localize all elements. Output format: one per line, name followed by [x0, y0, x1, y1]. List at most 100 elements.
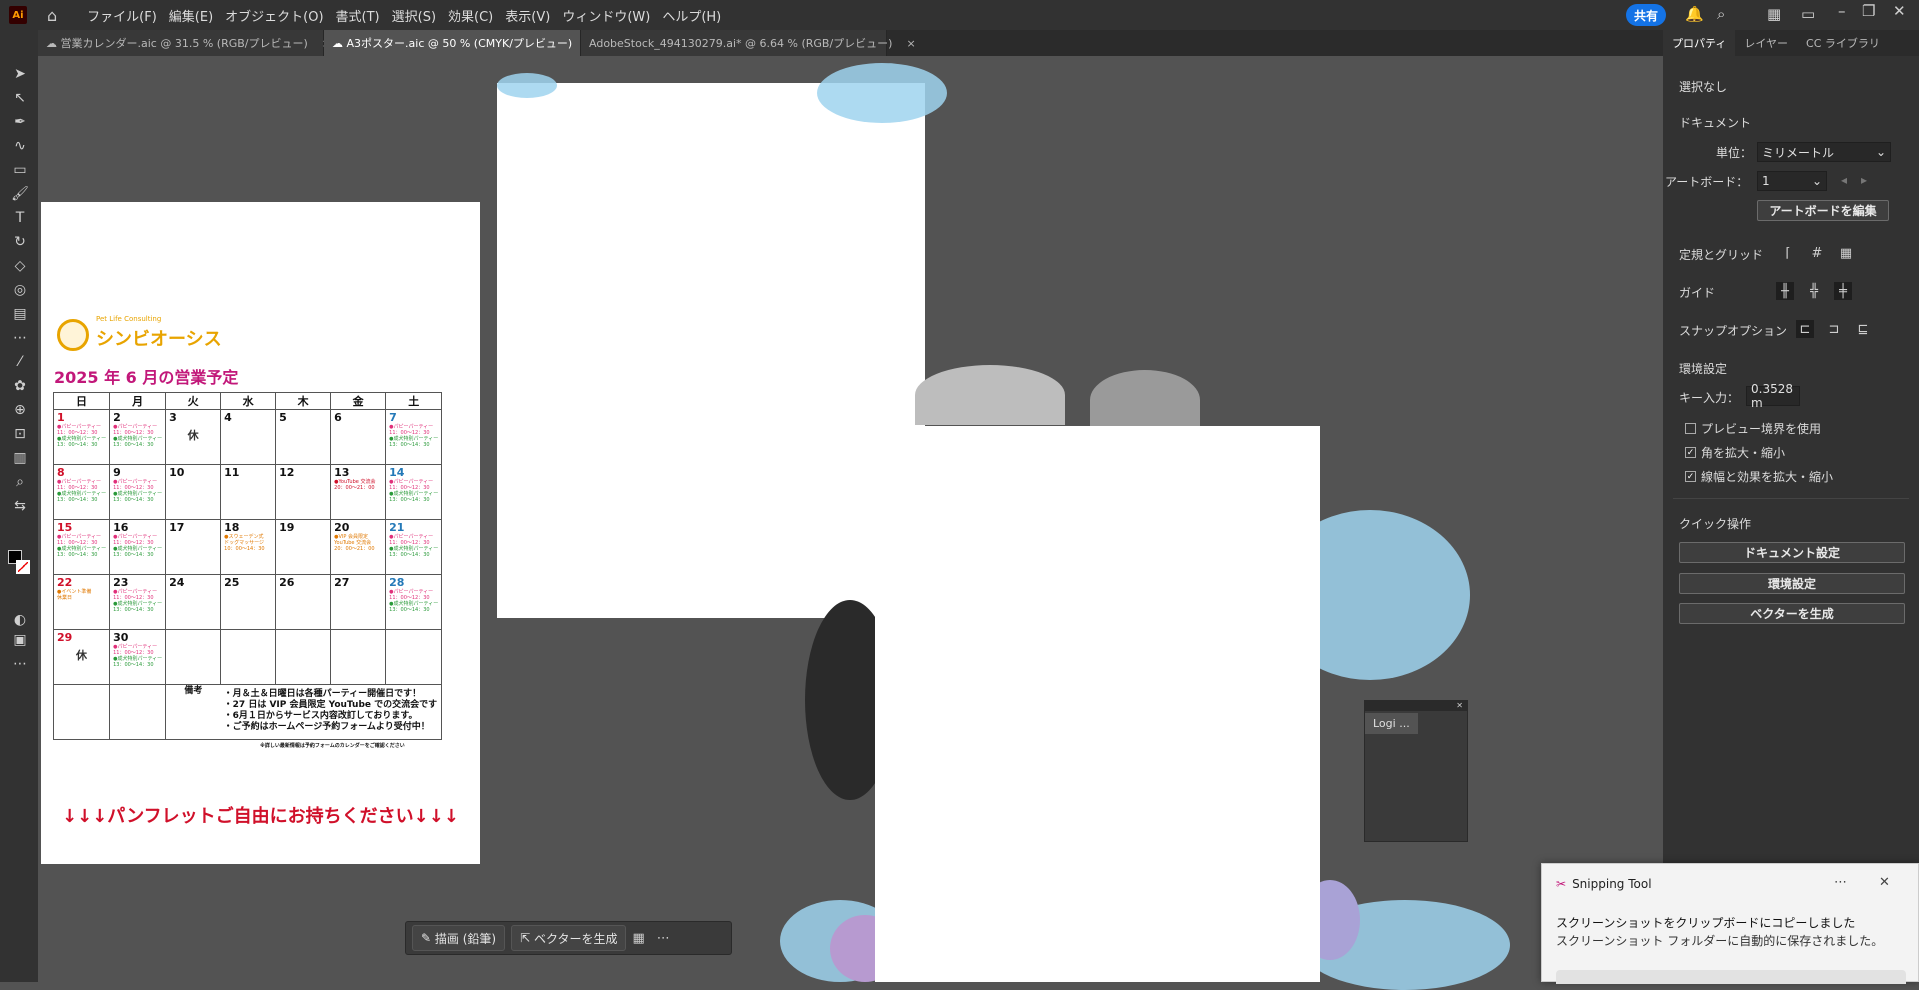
chevron-down-icon: ⌄ [1875, 145, 1886, 159]
menu-file[interactable]: ファイル(F) [81, 6, 163, 25]
cloud-icon: ☁ [332, 36, 347, 50]
type-tool-icon[interactable]: T [10, 208, 30, 228]
tab-properties[interactable]: プロパティ [1663, 30, 1736, 56]
swap-colors-icon[interactable]: ⇆ [10, 496, 30, 516]
menu-object[interactable]: オブジェクト(O) [219, 6, 329, 25]
share-button[interactable]: 共有 [1626, 4, 1666, 26]
closed-label: 休 [76, 649, 88, 662]
symbol-tool-icon[interactable]: ✿ [10, 376, 30, 396]
arrange-icon[interactable]: ▭ [1801, 5, 1815, 23]
menu-help[interactable]: ヘルプ(H) [656, 6, 727, 25]
snipping-tool-notification[interactable]: ✂ Snipping Tool ⋯ ✕ スクリーンショットをクリップボードにコピー… [1541, 863, 1919, 984]
artboard-select[interactable]: 1 ⌄ [1757, 171, 1827, 191]
home-icon[interactable]: ⌂ [47, 6, 57, 25]
pen-tool-icon[interactable]: ✒ [10, 112, 30, 132]
notes-row: 備考 ・月＆土＆日曜日は各種パーティー開催日です！ ・27 日は VIP 会員限… [52, 684, 443, 740]
calendar-cell: 26 [275, 574, 332, 630]
calendar-cell: 27 [330, 574, 387, 630]
gray-ink-splash [915, 365, 1065, 425]
menu-window[interactable]: ウィンドウ(W) [556, 6, 656, 25]
snap-point-icon[interactable]: ⊏ [1796, 320, 1814, 338]
menu-select[interactable]: 選択(S) [386, 6, 442, 25]
poster-artboard[interactable] [497, 63, 947, 618]
document-tabs: ☁ 営業カレンダー.aic @ 31.5 % (RGB/プレビュー)× ☁ A3… [38, 30, 1663, 56]
tab-close-icon[interactable]: × [906, 37, 915, 50]
properties-icon[interactable]: ▦ [632, 931, 644, 946]
menu-effect[interactable]: 効果(C) [442, 6, 499, 25]
tab-calendar[interactable]: ☁ 営業カレンダー.aic @ 31.5 % (RGB/プレビュー)× [38, 30, 331, 56]
note-line: ・6月１日からサービス内容改訂しております。 [223, 711, 418, 721]
close-window-icon[interactable]: ✕ [1893, 2, 1906, 20]
selection-tool-icon[interactable]: ➤ [10, 64, 30, 84]
document-setup-button[interactable]: ドキュメント設定 [1679, 542, 1905, 563]
close-icon[interactable]: ✕ [1879, 875, 1890, 890]
scale-corners-checkbox[interactable]: ✓ 角を拡大・縮小 [1685, 444, 1785, 461]
guides-show-icon[interactable]: ╫ [1776, 282, 1794, 300]
menu-view[interactable]: 表示(V) [499, 6, 556, 25]
more-options-icon[interactable]: ⋯ [657, 931, 670, 946]
edit-artboard-button[interactable]: アートボードを編集 [1757, 200, 1889, 221]
stroke-color-swatch[interactable] [16, 560, 30, 574]
rectangle-tool-icon[interactable]: ▭ [10, 160, 30, 180]
restore-icon[interactable]: ❐ [1862, 2, 1875, 20]
blend-tool-icon[interactable]: ⋯ [10, 328, 30, 348]
gradient-tool-icon[interactable]: ▤ [10, 304, 30, 324]
screen-mode-icon[interactable]: ▣ [10, 630, 30, 650]
more-tools-icon[interactable]: ⋯ [10, 654, 30, 674]
calendar-artboard[interactable]: Pet Life Consulting シンビオーシス 2025 年 6 月の営… [41, 202, 480, 864]
snap-pixel-icon[interactable]: ⊑ [1854, 320, 1872, 338]
panel-close-icon[interactable]: ✕ [1365, 701, 1467, 711]
drawing-mode-icon[interactable]: ◐ [10, 610, 30, 630]
scale-strokes-checkbox[interactable]: ✓ 線幅と効果を拡大・縮小 [1685, 468, 1833, 485]
menu-edit[interactable]: 編集(E) [163, 6, 219, 25]
grid-icon[interactable]: # [1808, 244, 1826, 262]
calendar-cell: 11 [220, 464, 277, 520]
artboard-tool-icon[interactable]: ⊡ [10, 424, 30, 444]
chevron-down-icon: ⌄ [1811, 174, 1822, 188]
graph-tool-icon[interactable]: ▥ [10, 448, 30, 468]
rotate-tool-icon[interactable]: ↻ [10, 232, 30, 252]
direct-selection-icon[interactable]: ↖ [10, 88, 30, 108]
preferences-button[interactable]: 環境設定 [1679, 573, 1905, 594]
workspace-icon[interactable]: ▦ [1767, 5, 1781, 23]
tab-layers[interactable]: レイヤー [1735, 30, 1797, 56]
snap-grid-icon[interactable]: ⊐ [1825, 320, 1843, 338]
tab-poster[interactable]: ☁ A3ポスター.aic @ 50 % (CMYK/プレビュー)× [324, 30, 595, 56]
shape-builder-icon[interactable]: ⊕ [10, 400, 30, 420]
generate-vector-button[interactable]: ⇱ ベクターを生成 [511, 925, 627, 951]
panel-tab[interactable]: Logi ... [1365, 713, 1418, 734]
smart-guides-icon[interactable]: ╪ [1834, 282, 1852, 300]
bell-icon[interactable]: 🔔 [1685, 5, 1704, 23]
watercolor-splash [497, 73, 557, 98]
floating-panel[interactable]: ✕ Logi ... [1364, 700, 1468, 842]
calendar-week-row: 29 休 30 ●パピーパーティー 11：00～12：30 ●成犬特別パーティー 13：0… [52, 629, 443, 685]
generate-vector-panel-button[interactable]: ベクターを生成 [1679, 603, 1905, 624]
ruler-icon[interactable]: ⌈ [1779, 244, 1797, 262]
key-input-field[interactable]: 0.3528 m [1746, 382, 1800, 410]
brush-tool-icon[interactable]: 🖌 [10, 184, 30, 204]
eyedropper-tool-icon[interactable]: ⁄ [10, 352, 30, 372]
calendar-cell: 16 ●パピーパーティー 11：00～12：30 ●成犬特別パーティー 13：00～14… [109, 519, 167, 575]
prev-artboard-icon[interactable]: ◂ [1841, 173, 1847, 187]
poster-artwork[interactable] [875, 426, 1320, 982]
minimize-icon[interactable]: – [1838, 2, 1846, 20]
tab-cc-libraries[interactable]: CC ライブラリ [1797, 30, 1889, 56]
tab-adobestock[interactable]: AdobeStock_494130279.ai* @ 6.64 % (RGB/プ… [581, 30, 916, 56]
next-artboard-icon[interactable]: ▸ [1861, 173, 1867, 187]
curvature-tool-icon[interactable]: ∿ [10, 136, 30, 156]
eraser-tool-icon[interactable]: ◇ [10, 256, 30, 276]
panel-tabs: プロパティ レイヤー CC ライブラリ [1663, 30, 1919, 56]
menu-type[interactable]: 書式(T) [330, 6, 386, 25]
calendar-cell: 28 ●パピーパーティー 11：00～12：30 ●成犬特別パーティー 13：00～14… [385, 574, 443, 630]
zoom-tool-icon[interactable]: ⌕ [10, 472, 30, 492]
draw-pencil-button[interactable]: ✎ 描画 (鉛筆) [412, 925, 506, 951]
lasso-tool-icon[interactable]: ◎ [10, 280, 30, 300]
transparency-grid-icon[interactable]: ▦ [1837, 244, 1855, 262]
document-section-title: ドキュメント [1679, 116, 1752, 130]
more-options-icon[interactable]: ⋯ [1834, 875, 1847, 890]
preview-bounds-checkbox[interactable]: プレビュー境界を使用 [1685, 420, 1821, 437]
unit-select[interactable]: ミリメートル ⌄ [1757, 142, 1891, 162]
search-icon[interactable]: ⌕ [1717, 5, 1725, 23]
guides-lock-icon[interactable]: ╬ [1805, 282, 1823, 300]
calendar-cell: 5 [275, 409, 332, 465]
